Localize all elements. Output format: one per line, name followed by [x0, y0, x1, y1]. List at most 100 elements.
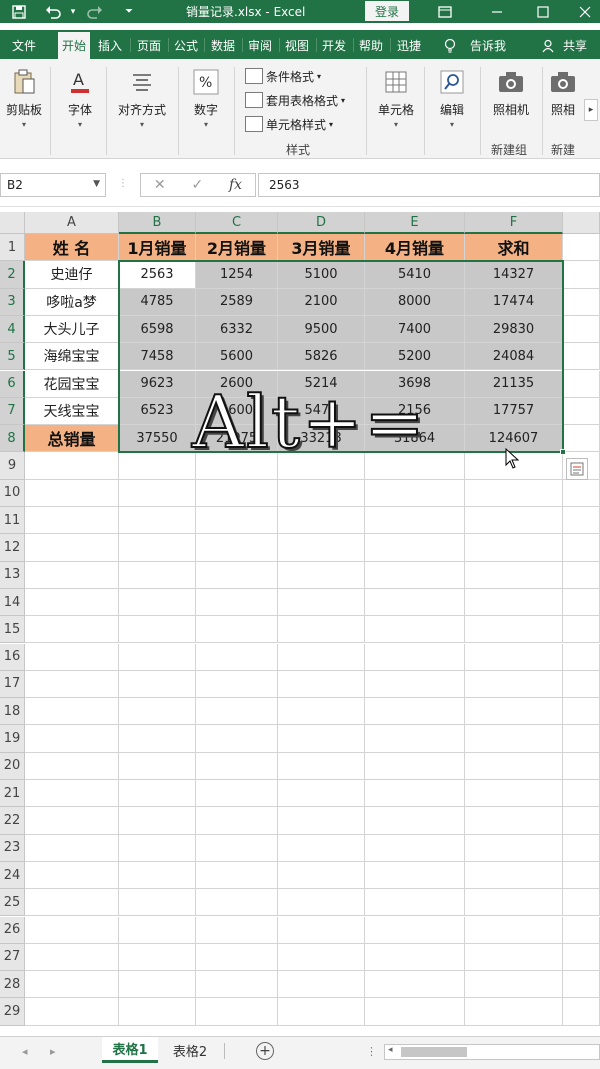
data-cell[interactable]: 花园宝宝 — [25, 370, 119, 398]
empty-cell[interactable] — [465, 916, 563, 944]
login-button[interactable]: 登录 — [365, 1, 409, 21]
tab-help[interactable]: 帮助 — [355, 33, 387, 58]
add-sheet-icon[interactable]: + — [256, 1042, 274, 1060]
empty-cell[interactable] — [278, 534, 365, 562]
data-cell[interactable]: 5410 — [365, 261, 465, 289]
tab-view[interactable]: 视图 — [281, 33, 313, 58]
empty-cell[interactable] — [119, 588, 196, 617]
empty-cell[interactable] — [119, 834, 196, 862]
empty-cell[interactable] — [119, 725, 196, 753]
empty-cell[interactable] — [278, 916, 365, 944]
camera-button-2[interactable]: 照相 — [548, 67, 578, 118]
empty-cell[interactable] — [365, 534, 465, 562]
empty-cell[interactable] — [563, 288, 600, 316]
empty-cell[interactable] — [25, 643, 119, 671]
empty-cell[interactable] — [25, 998, 119, 1026]
sheet-tab-1[interactable]: 表格1 — [102, 1037, 158, 1063]
empty-cell[interactable] — [25, 943, 119, 972]
row-header[interactable]: 5 — [0, 343, 25, 371]
empty-cell[interactable] — [196, 861, 278, 890]
cells-button[interactable]: 单元格 ▾ — [372, 67, 420, 129]
header-cell[interactable]: 2月销量 — [196, 234, 278, 262]
data-cell[interactable]: 5200 — [365, 343, 465, 371]
worksheet-grid[interactable]: ABCDEF1姓 名 1月销量 2月销量 3月销量 4月销量 求和 2 史迪仔 2563 1254… — [0, 212, 600, 1036]
empty-cell[interactable] — [365, 861, 465, 890]
empty-cell[interactable] — [278, 834, 365, 862]
empty-cell[interactable] — [365, 643, 465, 671]
data-cell[interactable]: 17757 — [465, 397, 563, 426]
empty-cell[interactable] — [119, 971, 196, 999]
empty-cell[interactable] — [365, 616, 465, 644]
empty-cell[interactable] — [278, 998, 365, 1026]
data-cell[interactable]: 9500 — [278, 315, 365, 344]
row-header[interactable]: 17 — [0, 670, 25, 699]
empty-cell[interactable] — [563, 588, 600, 617]
empty-cell[interactable] — [196, 643, 278, 671]
row-header[interactable]: 6 — [0, 370, 25, 398]
empty-cell[interactable] — [563, 343, 600, 371]
data-cell[interactable]: 6332 — [196, 315, 278, 344]
insert-function-icon[interactable]: fx — [229, 177, 242, 193]
empty-cell[interactable] — [278, 561, 365, 589]
row-header[interactable]: 11 — [0, 507, 25, 535]
empty-cell[interactable] — [119, 561, 196, 589]
ribbon-display-icon[interactable] — [434, 1, 456, 22]
row-header[interactable]: 23 — [0, 834, 25, 862]
fill-handle[interactable] — [560, 449, 566, 456]
empty-cell[interactable] — [196, 616, 278, 644]
empty-cell[interactable] — [365, 916, 465, 944]
empty-cell[interactable] — [196, 752, 278, 780]
camera-button[interactable]: 照相机 — [488, 67, 534, 118]
empty-cell[interactable] — [563, 998, 600, 1026]
empty-cell[interactable] — [278, 670, 365, 699]
tab-formulas[interactable]: 公式 — [170, 33, 202, 58]
row-header[interactable]: 13 — [0, 561, 25, 589]
header-cell[interactable]: 姓 名 — [25, 234, 119, 262]
empty-cell[interactable] — [563, 861, 600, 890]
empty-cell[interactable] — [563, 698, 600, 726]
empty-cell[interactable] — [25, 616, 119, 644]
empty-cell[interactable] — [196, 943, 278, 972]
table-format-button[interactable]: 套用表格格式 ▾ — [245, 90, 345, 110]
tell-me-search[interactable]: 告诉我 — [462, 33, 514, 58]
empty-cell[interactable] — [196, 698, 278, 726]
empty-cell[interactable] — [196, 780, 278, 808]
empty-cell[interactable] — [119, 916, 196, 944]
data-cell[interactable]: 29830 — [465, 315, 563, 344]
restore-icon[interactable] — [532, 1, 554, 22]
empty-cell[interactable] — [465, 670, 563, 699]
select-all-corner[interactable] — [0, 212, 25, 234]
empty-cell[interactable] — [365, 834, 465, 862]
column-header[interactable]: F — [465, 212, 563, 234]
empty-cell[interactable] — [563, 315, 600, 344]
data-cell[interactable]: 5826 — [278, 343, 365, 371]
empty-cell[interactable] — [563, 752, 600, 780]
empty-cell[interactable] — [465, 507, 563, 535]
empty-cell[interactable] — [465, 998, 563, 1026]
row-header[interactable]: 22 — [0, 807, 25, 835]
empty-cell[interactable] — [563, 971, 600, 999]
empty-cell[interactable] — [465, 889, 563, 917]
row-header[interactable]: 9 — [0, 452, 25, 480]
empty-cell[interactable] — [563, 725, 600, 753]
empty-cell[interactable] — [119, 998, 196, 1026]
conditional-format-button[interactable]: 条件格式 ▾ — [245, 66, 321, 86]
empty-cell[interactable] — [465, 834, 563, 862]
empty-cell[interactable] — [465, 971, 563, 999]
empty-cell[interactable] — [119, 452, 196, 480]
empty-cell[interactable] — [196, 725, 278, 753]
empty-cell[interactable] — [196, 534, 278, 562]
empty-cell[interactable] — [278, 507, 365, 535]
row-header[interactable]: 4 — [0, 315, 25, 344]
tab-insert[interactable]: 插入 — [94, 33, 126, 58]
data-cell[interactable]: 天线宝宝 — [25, 397, 119, 426]
header-cell[interactable]: 3月销量 — [278, 234, 365, 262]
row-header[interactable]: 20 — [0, 752, 25, 780]
data-cell[interactable]: 9623 — [119, 370, 196, 398]
empty-cell[interactable] — [365, 588, 465, 617]
empty-cell[interactable] — [25, 861, 119, 890]
header-cell[interactable]: 4月销量 — [365, 234, 465, 262]
data-cell[interactable]: 海绵宝宝 — [25, 343, 119, 371]
row-header[interactable]: 29 — [0, 998, 25, 1026]
empty-cell[interactable] — [196, 998, 278, 1026]
